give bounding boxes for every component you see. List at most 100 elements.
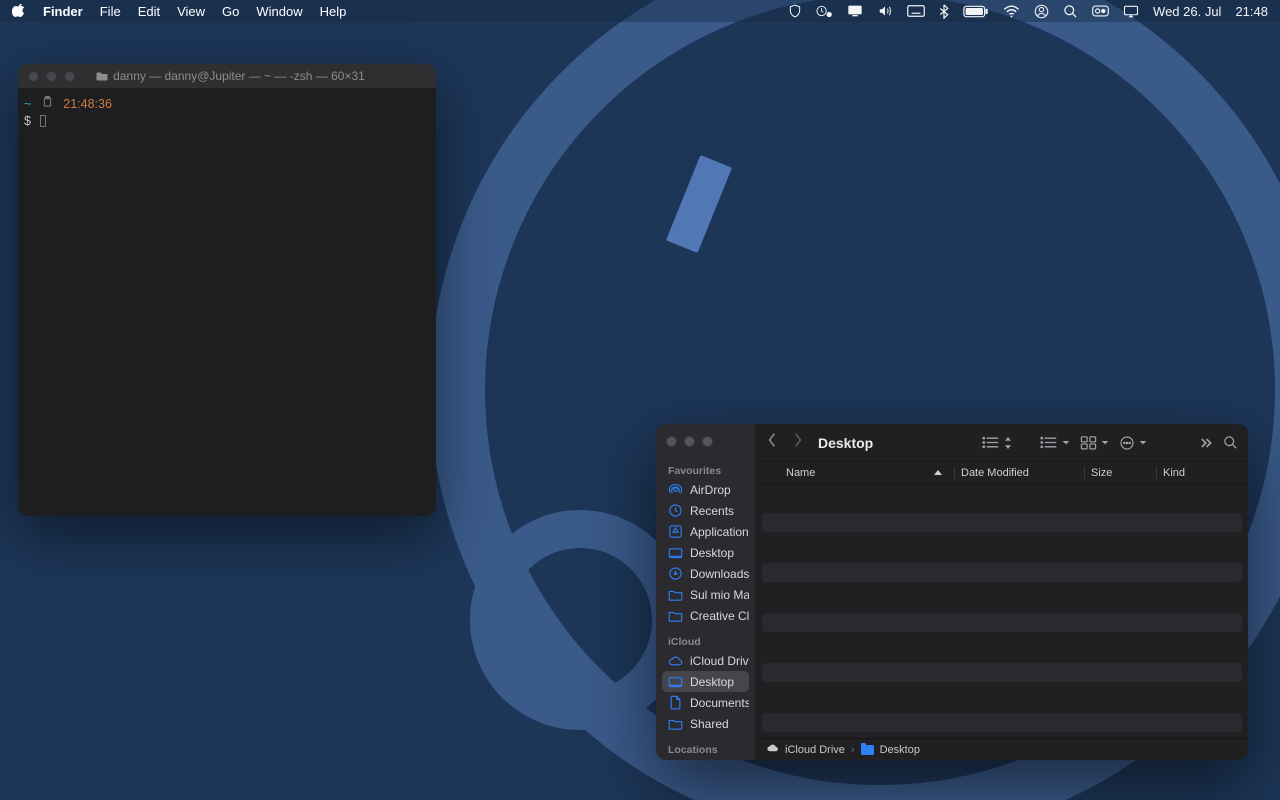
sidebar-item-applications[interactable]: Applications (662, 521, 749, 542)
column-header-date[interactable]: Date Modified (954, 467, 1084, 479)
zoom-button[interactable] (702, 436, 713, 447)
menu-edit[interactable]: Edit (138, 4, 160, 19)
sidebar-item-desktop[interactable]: Desktop (662, 542, 749, 563)
finder-path-bar[interactable]: iCloud Drive › Desktop (756, 738, 1248, 760)
sidebar-item-label: Sul mio Mac (690, 588, 749, 602)
sharedfolder-icon (668, 716, 683, 731)
column-header-size[interactable]: Size (1084, 467, 1156, 479)
forward-button[interactable] (792, 432, 804, 453)
sidebar-item-iclouddrive[interactable]: iCloud Drive (662, 650, 749, 671)
clipboard-icon (42, 97, 56, 111)
menu-go[interactable]: Go (222, 4, 239, 19)
share-button[interactable] (1080, 435, 1109, 450)
sidebar-item-creativecloud[interactable]: Creative Cl… (662, 605, 749, 626)
sidebar-item-label: Shared (690, 717, 729, 731)
sidebar-item-desktop-icloud[interactable]: Desktop (662, 671, 749, 692)
download-icon (668, 566, 683, 581)
sort-asc-icon (934, 470, 942, 475)
action-button[interactable] (1119, 435, 1147, 451)
menubar: Finder File Edit View Go Window Help 0 W… (0, 0, 1280, 22)
app-menu-finder[interactable]: Finder (43, 4, 83, 19)
sidebar-item-recents[interactable]: Recents (662, 500, 749, 521)
terminal-title: danny — danny@Jupiter — ~ — -zsh — 60×31 (113, 69, 365, 83)
sidebar-item-sulmiomac[interactable]: Sul mio Mac (662, 584, 749, 605)
menubar-date[interactable]: Wed 26. Jul (1153, 4, 1221, 19)
bluetooth-icon[interactable] (939, 4, 949, 19)
sidebar-section-icloud: iCloud (662, 632, 749, 650)
spotlight-icon[interactable] (1063, 4, 1078, 19)
folder-icon (668, 545, 683, 560)
sidebar-item-downloads[interactable]: Downloads (662, 563, 749, 584)
chevron-down-icon (1101, 440, 1109, 446)
menu-file[interactable]: File (100, 4, 121, 19)
close-button[interactable] (666, 436, 677, 447)
display-icon[interactable] (847, 4, 863, 18)
search-button[interactable] (1223, 435, 1238, 450)
zoom-button[interactable] (64, 71, 75, 82)
group-button[interactable] (1040, 436, 1070, 449)
keyboard-icon[interactable] (907, 4, 925, 18)
menu-view[interactable]: View (177, 4, 205, 19)
clock-icon (668, 503, 683, 518)
prompt-cwd: ~ (24, 97, 31, 111)
sidebar-item-label: Desktop (690, 546, 734, 560)
path-segment-leaf[interactable]: Desktop (880, 744, 920, 756)
back-button[interactable] (766, 432, 778, 453)
chevron-updown-icon (1004, 437, 1012, 449)
minimize-button[interactable] (684, 436, 695, 447)
minimize-button[interactable] (46, 71, 57, 82)
menu-window[interactable]: Window (256, 4, 302, 19)
sidebar-item-label: Desktop (690, 675, 734, 689)
cloud-icon (766, 743, 779, 756)
menu-help[interactable]: Help (320, 4, 347, 19)
folder-icon (668, 608, 683, 623)
finder-window[interactable]: Favourites AirDrop Recents Applications … (656, 424, 1248, 760)
finder-title: Desktop (818, 435, 873, 451)
menubar-time[interactable]: 21:48 (1235, 4, 1268, 19)
overflow-button[interactable] (1197, 437, 1213, 449)
path-segment-root[interactable]: iCloud Drive (785, 744, 845, 756)
airdrop-icon (668, 482, 683, 497)
screen-mirroring-icon[interactable] (1123, 5, 1139, 18)
terminal-window[interactable]: danny — danny@Jupiter — ~ — -zsh — 60×31… (18, 64, 436, 516)
sidebar-item-label: Downloads (690, 567, 749, 581)
control-center-icon[interactable] (1092, 5, 1109, 17)
folder-icon (668, 587, 683, 602)
battery-icon[interactable] (963, 5, 989, 18)
sidebar-item-label: iCloud Drive (690, 654, 749, 668)
view-mode-button[interactable] (982, 436, 1012, 449)
finder-file-list[interactable] (756, 484, 1248, 738)
folder-icon (861, 745, 874, 755)
sidebar-item-label: Recents (690, 504, 734, 518)
sidebar-item-label: Documents (690, 696, 749, 710)
timemachine-icon[interactable]: 0 (816, 4, 833, 18)
column-header-kind[interactable]: Kind (1156, 467, 1248, 479)
chevron-down-icon (1062, 440, 1070, 446)
prompt-symbol: $ (24, 114, 31, 128)
terminal-titlebar[interactable]: danny — danny@Jupiter — ~ — -zsh — 60×31 (18, 64, 436, 88)
sidebar-item-label: Creative Cl… (690, 609, 749, 623)
folder-icon (668, 674, 683, 689)
sidebar-item-shared[interactable]: Shared (662, 713, 749, 734)
cloud-icon (668, 653, 683, 668)
terminal-cursor (40, 115, 46, 127)
sidebar-item-documents[interactable]: Documents (662, 692, 749, 713)
user-icon[interactable] (1034, 4, 1049, 19)
folder-icon (96, 71, 108, 81)
sidebar-section-locations: Locations (662, 740, 749, 758)
terminal-body[interactable]: ~ 21:48:36 $ (18, 88, 436, 516)
wifi-icon[interactable] (1003, 5, 1020, 18)
finder-column-headers[interactable]: Name Date Modified Size Kind (756, 462, 1248, 484)
apps-icon (668, 524, 683, 539)
shield-icon[interactable] (788, 4, 802, 18)
finder-sidebar: Favourites AirDrop Recents Applications … (656, 424, 756, 760)
sidebar-section-favourites: Favourites (662, 461, 749, 479)
column-header-name[interactable]: Name (786, 467, 954, 479)
chevron-down-icon (1139, 440, 1147, 446)
sidebar-item-airdrop[interactable]: AirDrop (662, 479, 749, 500)
sidebar-item-label: AirDrop (690, 483, 731, 497)
volume-icon[interactable] (877, 4, 893, 18)
prompt-time: 21:48:36 (63, 97, 112, 111)
apple-menu[interactable] (12, 3, 26, 20)
close-button[interactable] (28, 71, 39, 82)
